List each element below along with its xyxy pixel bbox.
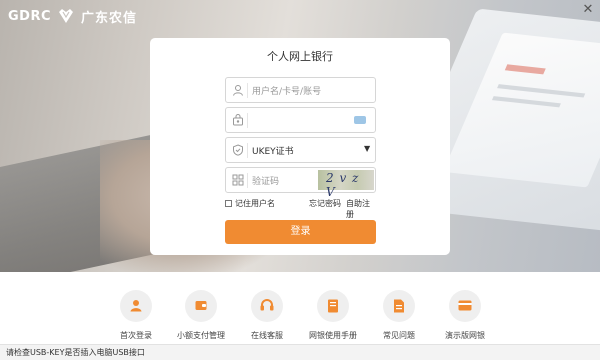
keyboard-icon[interactable]	[354, 116, 366, 124]
field-separator	[247, 143, 248, 158]
close-button[interactable]: ✕	[580, 2, 596, 18]
quick-link-label: 网银使用手册	[309, 331, 357, 340]
quick-links: 首次登录 小额支付管理 在线客服 网银使用手册 常见问题 演示版网银	[0, 272, 600, 344]
certificate-select[interactable]: UKEY证书 ▼	[225, 137, 376, 163]
brand-logo: GDRC 广东农信	[8, 6, 137, 26]
captcha-text: 2 v z V	[326, 171, 360, 199]
shield-icon	[233, 144, 243, 156]
document-icon	[394, 299, 404, 313]
remember-checkbox[interactable]	[225, 200, 232, 207]
remember-label[interactable]: 记住用户名	[235, 198, 275, 209]
user-icon	[233, 85, 243, 96]
status-bar: 请检查USB-KEY是否插入电脑USB接口	[0, 344, 600, 360]
user-icon	[130, 300, 142, 312]
card-icon	[458, 300, 472, 311]
diamond-logo-icon	[59, 9, 74, 23]
username-placeholder: 用户名/卡号/账号	[252, 87, 322, 97]
login-card: 个人网上银行 用户名/卡号/账号 UKEY证书 ▼ 验证码 2 v z V 记住…	[150, 38, 450, 255]
field-separator	[247, 113, 248, 128]
close-icon: ✕	[582, 2, 594, 17]
quick-link-circle	[449, 290, 481, 322]
quick-link-label: 在线客服	[251, 331, 283, 340]
quick-link-label: 首次登录	[120, 331, 152, 340]
lock-icon	[233, 114, 243, 126]
password-field[interactable]	[225, 107, 376, 133]
headset-icon	[260, 299, 274, 311]
username-field[interactable]: 用户名/卡号/账号	[225, 77, 376, 103]
quick-link-online-service[interactable]: 在线客服	[232, 290, 302, 341]
quick-link-first-login[interactable]: 首次登录	[101, 290, 171, 341]
field-separator	[247, 83, 248, 98]
login-button[interactable]: 登录	[225, 220, 376, 244]
quick-link-circle	[251, 290, 283, 322]
quick-link-label: 常见问题	[383, 331, 415, 340]
book-icon	[328, 299, 338, 313]
chevron-down-icon: ▼	[364, 144, 371, 153]
logo-cn-text: 广东农信	[81, 10, 138, 26]
quick-link-demo[interactable]: 演示版网银	[430, 290, 500, 341]
field-separator	[247, 173, 248, 188]
status-text: 请检查USB-KEY是否插入电脑USB接口	[6, 348, 145, 357]
quick-link-label: 小额支付管理	[177, 331, 225, 340]
quick-link-circle	[120, 290, 152, 322]
quick-link-circle	[383, 290, 415, 322]
quick-link-faq[interactable]: 常见问题	[364, 290, 434, 341]
logo-text: GDRC	[8, 8, 52, 24]
login-options: 记住用户名 忘记密码 自助注册	[225, 198, 376, 219]
wallet-icon	[195, 301, 207, 310]
quick-link-manual[interactable]: 网银使用手册	[298, 290, 368, 341]
grid-icon	[232, 174, 244, 186]
quick-link-label: 演示版网银	[445, 331, 485, 340]
login-title: 个人网上银行	[267, 50, 333, 63]
certificate-value: UKEY证书	[252, 147, 294, 157]
captcha-placeholder: 验证码	[252, 177, 280, 187]
quick-link-circle	[317, 290, 349, 322]
self-register-link[interactable]: 自助注册	[346, 198, 376, 220]
forgot-password-link[interactable]: 忘记密码	[309, 198, 341, 209]
quick-link-small-payment[interactable]: 小额支付管理	[166, 290, 236, 341]
captcha-image[interactable]: 2 v z V	[318, 170, 374, 199]
captcha-field[interactable]: 验证码 2 v z V	[225, 167, 376, 199]
quick-link-circle	[185, 290, 217, 322]
